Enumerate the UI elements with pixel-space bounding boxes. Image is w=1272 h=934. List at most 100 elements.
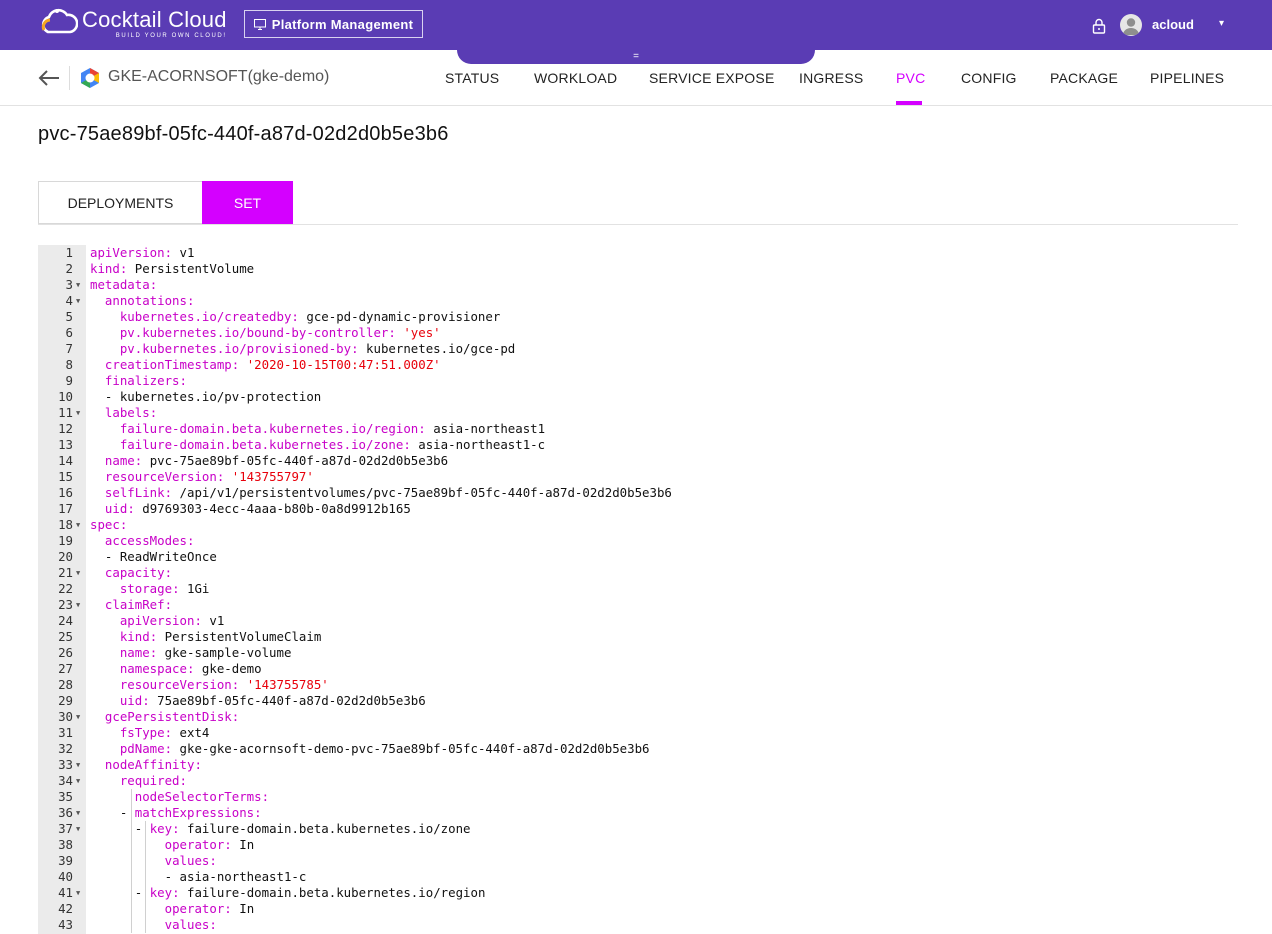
yaml-colon: :: [351, 341, 359, 356]
yaml-value: gke-sample-volume: [164, 645, 292, 660]
code-text: namespace: gke-demo: [90, 661, 262, 677]
back-arrow-icon[interactable]: [38, 69, 60, 87]
yaml-colon: :: [142, 693, 150, 708]
tab-config[interactable]: CONFIG: [961, 70, 1017, 86]
code-text: nodeAffinity:: [90, 757, 202, 773]
tab-pipelines[interactable]: PIPELINES: [1150, 70, 1224, 86]
code-text: - asia-northeast1-c: [90, 869, 307, 884]
line-number: 32: [58, 741, 73, 756]
line-number: 7: [65, 341, 73, 356]
platform-management-button[interactable]: Platform Management: [244, 10, 423, 38]
line-number: 43: [58, 917, 73, 932]
code-line: 22 storage: 1Gi: [38, 581, 1238, 597]
yaml-colon: :: [186, 661, 195, 676]
yaml-key: values: [164, 917, 210, 932]
line-number: 16: [58, 485, 73, 500]
cocktail-cloud-logo[interactable]: Cocktail Cloud BUILD YOUR OWN CLOUD!: [40, 8, 227, 42]
line-number: 12: [58, 421, 73, 436]
yaml-colon: :: [149, 645, 158, 660]
tab-set[interactable]: SET: [202, 181, 293, 224]
code-line: 14 name: pvc-75ae89bf-05fc-440f-a87d-02d…: [38, 453, 1238, 469]
logo-tagline: BUILD YOUR OWN CLOUD!: [115, 33, 227, 39]
tab-service-expose[interactable]: SERVICE EXPOSE: [649, 70, 774, 86]
code-text: annotations:: [90, 293, 195, 309]
line-number: 18: [58, 517, 73, 532]
code-line: 8 creationTimestamp: '2020-10-15T00:47:5…: [38, 357, 1238, 373]
yaml-key: uid: [119, 693, 143, 708]
yaml-colon: :: [254, 805, 262, 820]
yaml-colon: :: [186, 293, 195, 308]
code-text: - kubernetes.io/pv-protection: [90, 389, 322, 404]
tab-status[interactable]: STATUS: [445, 70, 499, 86]
yaml-colon: :: [231, 677, 240, 692]
code-text: resourceVersion: '143755797': [90, 469, 314, 485]
tab-deployments[interactable]: DEPLOYMENTS: [38, 181, 202, 224]
tab-pvc[interactable]: PVC: [896, 70, 925, 86]
line-number: 42: [58, 901, 73, 916]
indent-guide: [145, 821, 146, 933]
yaml-colon: :: [149, 405, 158, 420]
yaml-key: apiVersion: [90, 245, 165, 260]
code-line: 5 kubernetes.io/createdby: gce-pd-dynami…: [38, 309, 1238, 325]
yaml-colon: :: [149, 629, 158, 644]
yaml-colon: :: [388, 325, 396, 340]
code-line: 42 operator: In: [38, 901, 1238, 917]
code-line: 3 ▼ metadata:: [38, 277, 1238, 293]
yaml-key: key: [149, 885, 173, 900]
yaml-value: 75ae89bf-05fc-440f-a87d-02d2d0b5e3b6: [157, 693, 426, 708]
code-text: - key: failure-domain.beta.kubernetes.io…: [90, 885, 486, 900]
yaml-colon: :: [403, 437, 411, 452]
yaml-value: asia-northeast1-c: [418, 437, 546, 452]
avatar[interactable]: [1120, 14, 1142, 36]
code-text: accessModes:: [90, 533, 195, 549]
code-line: 12 failure-domain.beta.kubernetes.io/reg…: [38, 421, 1238, 437]
yaml-key: required: [119, 773, 180, 788]
code-line: 35 nodeSelectorTerms:: [38, 789, 1238, 805]
code-line: 40 - asia-northeast1-c: [38, 869, 1238, 885]
fold-toggle-icon[interactable]: ▼: [76, 773, 80, 789]
yaml-colon: :: [209, 853, 217, 868]
fold-toggle-icon[interactable]: ▼: [76, 277, 80, 293]
fold-toggle-icon[interactable]: ▼: [76, 517, 80, 533]
divider: [69, 66, 70, 90]
yaml-colon: :: [194, 757, 202, 772]
code-text: operator: In: [90, 901, 255, 917]
line-number: 8: [65, 357, 73, 372]
yaml-colon: :: [172, 821, 180, 836]
lock-icon[interactable]: [1092, 18, 1106, 34]
line-number: 3: [65, 277, 73, 292]
drawer-handle[interactable]: =: [457, 40, 815, 64]
yaml-key: name: [119, 645, 150, 660]
yaml-value: kubernetes.io/gce-pd: [366, 341, 516, 356]
tab-ingress[interactable]: INGRESS: [799, 70, 863, 86]
fold-toggle-icon[interactable]: ▼: [76, 709, 80, 725]
fold-toggle-icon[interactable]: ▼: [76, 597, 80, 613]
yaml-value: '2020-10-15T00:47:51.000Z': [246, 357, 441, 372]
code-text: storage: 1Gi: [90, 581, 210, 597]
tab-workload[interactable]: WORKLOAD: [534, 70, 617, 86]
yaml-value: v1: [179, 245, 195, 260]
yaml-key: gcePersistentDisk: [104, 709, 232, 724]
yaml-value: failure-domain.beta.kubernetes.io/zone: [187, 821, 471, 836]
yaml-colon: :: [149, 277, 158, 292]
fold-toggle-icon[interactable]: ▼: [76, 885, 80, 901]
tab-package[interactable]: PACKAGE: [1050, 70, 1118, 86]
indent-guide: [130, 789, 132, 933]
line-number: 24: [58, 613, 73, 628]
line-number: 22: [58, 581, 73, 596]
fold-toggle-icon[interactable]: ▼: [76, 821, 80, 837]
yaml-editor[interactable]: 1 apiVersion: v1 2 kind: PersistentVolume 3 ▼…: [38, 245, 1238, 934]
fold-toggle-icon[interactable]: ▼: [76, 805, 80, 821]
username[interactable]: acloud: [1152, 17, 1194, 32]
fold-toggle-icon[interactable]: ▼: [76, 757, 80, 773]
fold-toggle-icon[interactable]: ▼: [76, 565, 80, 581]
user-menu-chevron-down-icon[interactable]: ▾: [1219, 18, 1224, 29]
line-number: 2: [65, 261, 73, 276]
code-text: uid: 75ae89bf-05fc-440f-a87d-02d2d0b5e3b…: [90, 693, 426, 709]
yaml-colon: :: [224, 837, 232, 852]
fold-toggle-icon[interactable]: ▼: [76, 293, 80, 309]
fold-toggle-icon[interactable]: ▼: [76, 405, 80, 421]
yaml-colon: :: [164, 565, 173, 580]
code-text: name: gke-sample-volume: [90, 645, 292, 661]
line-number: 11: [58, 405, 73, 420]
